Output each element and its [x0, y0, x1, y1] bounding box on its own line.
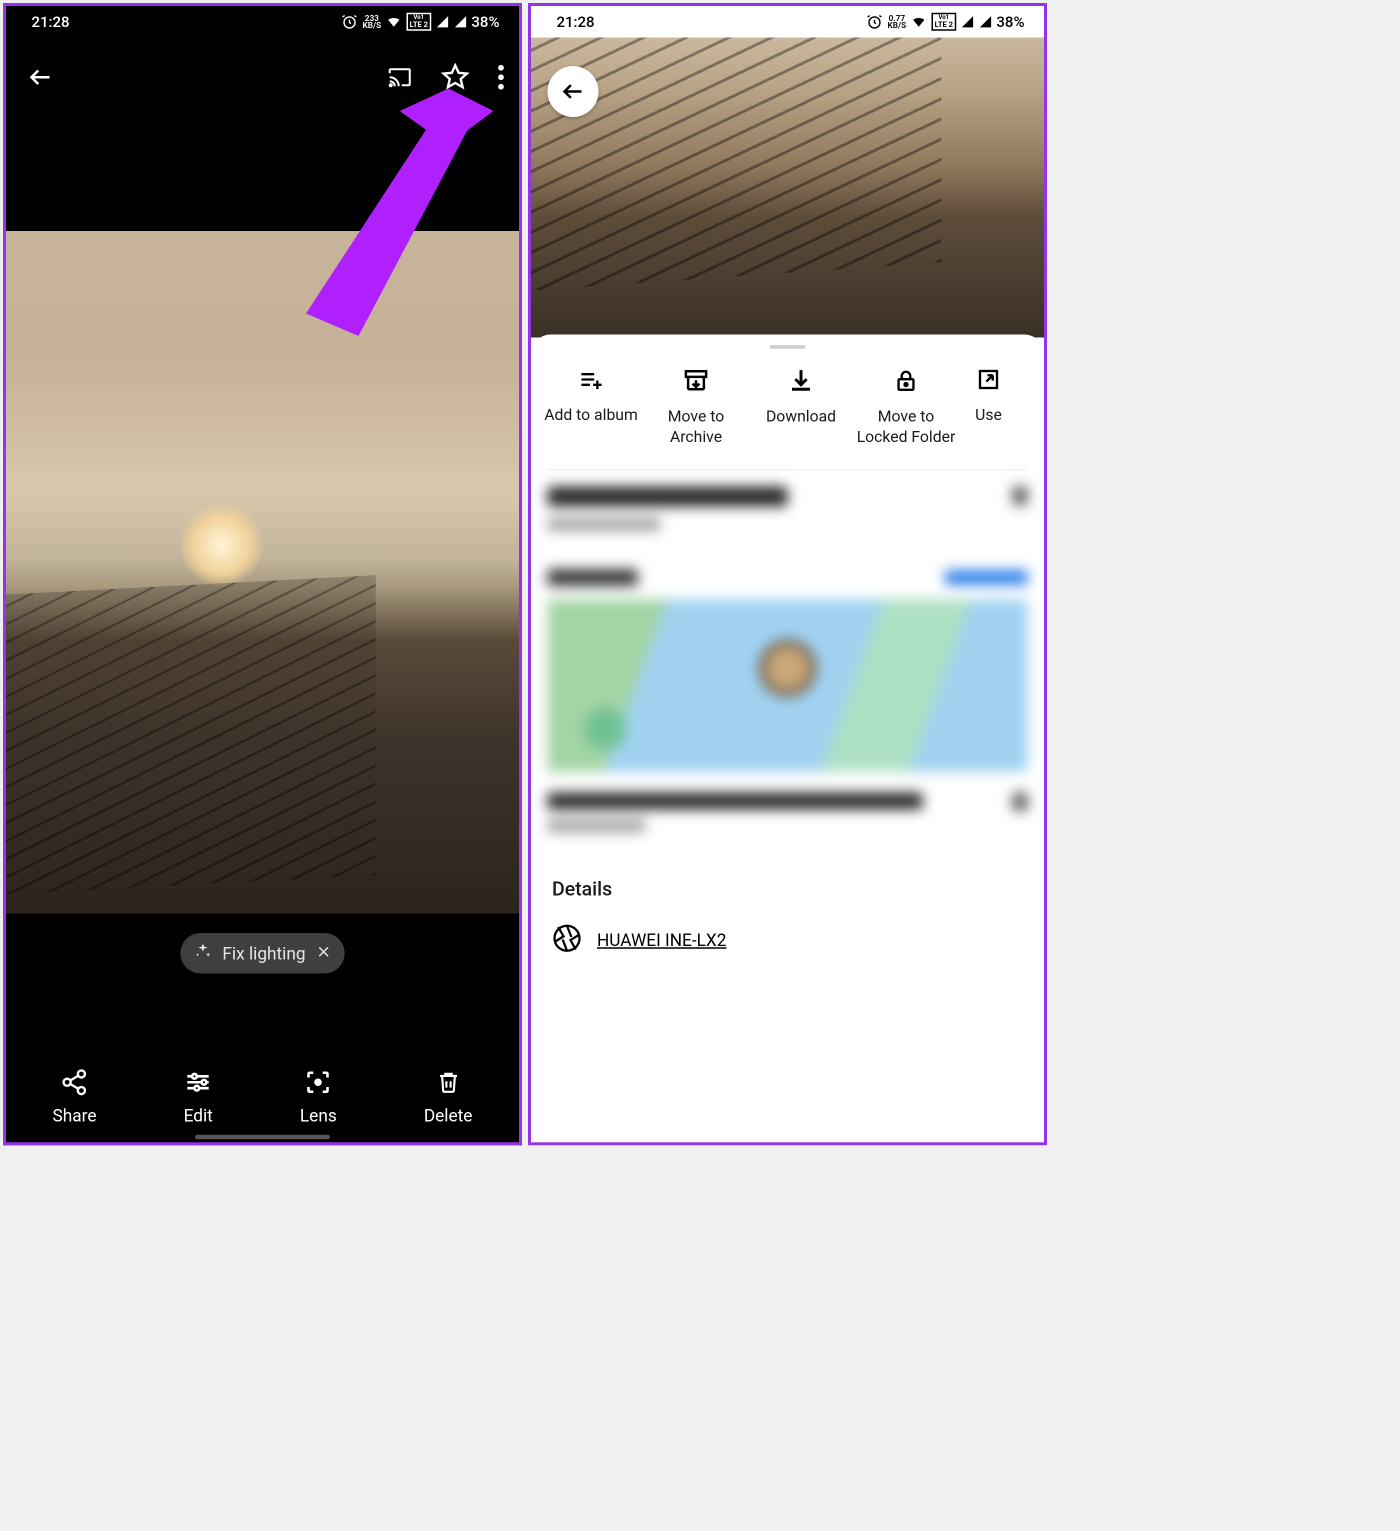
- add-to-album-button[interactable]: Add to album: [539, 367, 644, 448]
- more-menu-icon[interactable]: [497, 63, 506, 95]
- device-name[interactable]: HUAWEI INE-LX2: [597, 930, 726, 950]
- signal-icon-1: [435, 15, 449, 29]
- signal-icon-2: [978, 15, 992, 29]
- battery-text: 38%: [471, 13, 499, 31]
- back-button[interactable]: [548, 66, 599, 117]
- signal-icon-1: [960, 15, 974, 29]
- status-time: 21:28: [557, 13, 595, 31]
- move-to-locked-button[interactable]: Move to Locked Folder: [854, 367, 959, 448]
- status-bar: 21:28 0.77KB/S Vo1LTE 2 38%: [531, 6, 1044, 38]
- photo-preview[interactable]: [531, 38, 1044, 338]
- move-to-archive-button[interactable]: Move to Archive: [644, 367, 749, 448]
- status-time: 21:28: [32, 13, 70, 31]
- nav-handle[interactable]: [195, 1135, 330, 1140]
- chip-label: Fix lighting: [222, 943, 305, 963]
- status-bar: 21:28 233KB/S Vo1LTE 2 38%: [6, 6, 519, 38]
- edit-button[interactable]: Edit: [184, 1068, 213, 1126]
- lens-button[interactable]: Lens: [300, 1068, 337, 1126]
- device-row: HUAWEI INE-LX2: [531, 923, 1044, 958]
- sparkle-icon: [194, 942, 212, 965]
- download-button[interactable]: Download: [749, 367, 854, 448]
- alarm-icon: [341, 14, 358, 31]
- share-button[interactable]: Share: [53, 1068, 97, 1126]
- alarm-icon: [866, 14, 883, 31]
- wifi-icon: [386, 14, 403, 29]
- use-as-button[interactable]: Use: [959, 367, 1019, 448]
- chip-close-icon[interactable]: [316, 943, 331, 963]
- location-map[interactable]: [548, 599, 1028, 772]
- signal-icon-2: [453, 15, 467, 29]
- volte-badge: Vo1LTE 2: [932, 13, 956, 31]
- fix-lighting-chip[interactable]: Fix lighting: [180, 933, 344, 974]
- delete-button[interactable]: Delete: [424, 1068, 473, 1126]
- data-rate: 233KB/S: [362, 15, 381, 29]
- sheet-action-row: Add to album Move to Archive Download Mo…: [531, 349, 1044, 469]
- wifi-icon: [911, 14, 928, 29]
- data-rate: 0.77KB/S: [887, 15, 906, 29]
- details-heading: Details: [531, 848, 1044, 923]
- aperture-icon: [552, 923, 582, 958]
- volte-badge: Vo1LTE 2: [407, 13, 431, 31]
- screenshot-right: 21:28 0.77KB/S Vo1LTE 2 38% Add to album: [528, 3, 1047, 1145]
- back-button[interactable]: [27, 64, 54, 94]
- screenshot-left: 21:28 233KB/S Vo1LTE 2 38%: [3, 3, 522, 1145]
- annotation-arrow: [276, 89, 494, 337]
- battery-text: 38%: [996, 13, 1024, 31]
- bottom-sheet: Add to album Move to Archive Download Mo…: [531, 335, 1044, 1143]
- bottom-action-bar: Share Edit Lens Delete: [6, 1068, 519, 1126]
- blurred-metadata: [531, 470, 1044, 848]
